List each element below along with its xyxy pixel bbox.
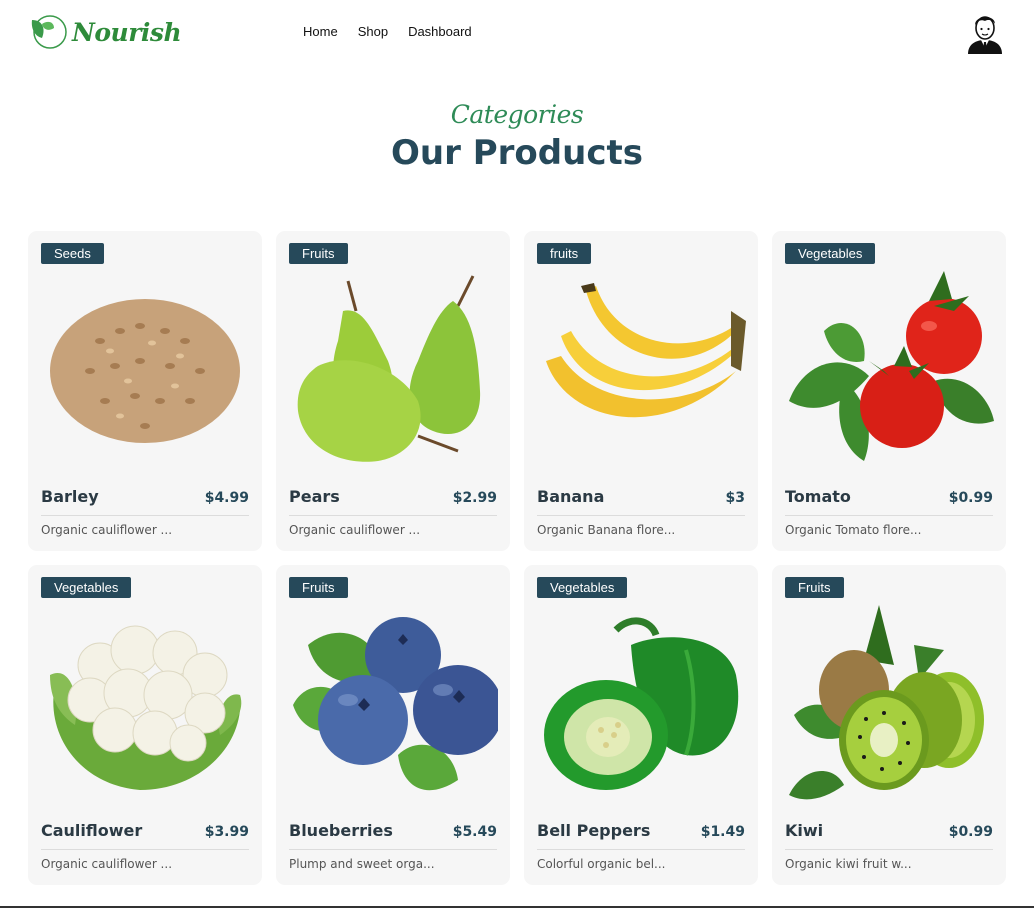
product-description: Colorful organic bel... [537,857,666,871]
nav-shop[interactable]: Shop [358,24,388,39]
cauliflower-image [50,625,242,790]
product-name[interactable]: Tomato [785,487,851,506]
bell-peppers-image [544,617,739,790]
product-grid: Seeds Barley $4.99 Organic cauliflower .… [28,231,1006,885]
product-name[interactable]: Pears [289,487,340,506]
product-price: $2.99 [452,490,497,506]
nav-home[interactable]: Home [303,24,338,39]
divider [41,515,249,516]
product-price: $0.99 [948,490,993,506]
header: Nourish Home Shop Dashboard [0,0,1034,66]
product-description: Organic cauliflower ... [41,523,173,537]
divider [537,849,745,850]
product-description: Plump and sweet orga... [289,857,435,871]
product-price: $3.99 [204,824,249,840]
nav-dashboard[interactable]: Dashboard [408,24,472,39]
category-badge: Seeds [41,243,104,264]
product-description: Organic cauliflower ... [289,523,421,537]
product-name[interactable]: Kiwi [785,821,823,840]
category-badge: Vegetables [785,243,876,264]
category-badge: Vegetables [41,577,132,598]
product-description: Organic Banana flore... [537,523,676,537]
divider [537,515,745,516]
section-title: Our Products [391,133,643,173]
product-price: $0.99 [948,824,993,840]
divider [289,515,497,516]
tomato-image [789,271,994,461]
product-price: $3 [725,490,745,506]
section-subtitle: Categories [450,100,584,129]
kiwi-image [789,605,984,800]
product-card[interactable]: Vegetables Tomato $0.99 Organic Tomato f… [772,231,1006,551]
divider [785,515,993,516]
product-price: $4.99 [204,490,249,506]
product-name[interactable]: Bell Peppers [537,821,650,840]
product-card[interactable]: fruits Banana $3 Organic Banana flore... [524,231,758,551]
category-badge: Fruits [289,243,348,264]
category-badge: Fruits [785,577,844,598]
brand-name: Nourish [72,17,182,47]
product-description: Organic kiwi fruit w... [785,857,912,871]
product-name[interactable]: Blueberries [289,821,393,840]
product-price: $1.49 [700,824,745,840]
product-card[interactable]: Seeds Barley $4.99 Organic cauliflower .… [28,231,262,551]
product-card[interactable]: Vegetables Bell Peppers $1.49 Colorful o… [524,565,758,885]
blueberries-image [293,617,498,791]
product-description: Organic cauliflower ... [41,857,173,871]
logo[interactable]: Nourish [28,14,182,50]
leaf-logo-icon [31,15,67,49]
category-badge: Vegetables [537,577,628,598]
product-card[interactable]: Fruits Kiwi $0.99 Organic kiwi fruit w..… [772,565,1006,885]
product-name[interactable]: Banana [537,487,604,506]
category-badge: Fruits [289,577,348,598]
main-nav: Home Shop Dashboard [303,24,472,39]
divider [41,849,249,850]
product-description: Organic Tomato flore... [785,523,922,537]
divider [289,849,497,850]
barley-image [50,299,240,443]
product-price: $5.49 [452,824,497,840]
product-card[interactable]: Fruits Pears $2.99 Organic cauliflower .… [276,231,510,551]
pears-image [297,275,481,462]
product-card[interactable]: Vegetables Cauliflower $3.99 Organic cau… [28,565,262,885]
category-badge: fruits [537,243,592,264]
product-name[interactable]: Cauliflower [41,821,142,840]
banana-image [546,283,746,418]
product-card[interactable]: Fruits Blueberries $5.49 Plump and sweet… [276,565,510,885]
product-name[interactable]: Barley [41,487,99,506]
divider [785,849,993,850]
user-avatar-icon[interactable] [966,12,1004,54]
